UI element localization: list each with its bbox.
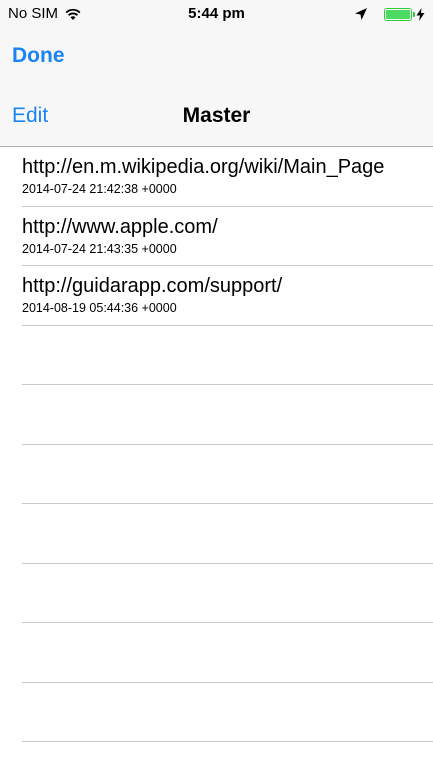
battery-icon <box>384 7 415 21</box>
table-row[interactable]: http://en.m.wikipedia.org/wiki/Main_Page… <box>22 147 433 207</box>
table-row[interactable]: http://www.apple.com/ 2014-07-24 21:43:3… <box>22 207 433 266</box>
empty-row <box>22 623 433 683</box>
row-timestamp: 2014-08-19 05:44:36 +0000 <box>22 301 177 315</box>
empty-row <box>22 445 433 504</box>
row-timestamp: 2014-07-24 21:43:35 +0000 <box>22 241 177 256</box>
location-arrow-icon <box>355 8 367 20</box>
empty-row <box>22 385 433 445</box>
row-timestamp: 2014-07-24 21:42:38 +0000 <box>22 182 177 196</box>
empty-row <box>22 564 433 623</box>
row-url: http://www.apple.com/ <box>22 215 218 238</box>
empty-row <box>22 504 433 564</box>
done-button[interactable]: Done <box>12 44 65 68</box>
battery-nub <box>413 11 415 17</box>
battery-level <box>386 9 410 19</box>
master-table[interactable]: http://en.m.wikipedia.org/wiki/Main_Page… <box>0 147 433 768</box>
empty-row <box>22 683 433 742</box>
table-row[interactable]: http://guidarapp.com/support/ 2014-08-19… <box>22 266 433 326</box>
navigation-bar: Done Edit Master <box>0 30 433 147</box>
charging-bolt-icon <box>416 7 425 21</box>
status-bar: No SIM 5:44 pm <box>0 0 433 30</box>
row-url: http://en.m.wikipedia.org/wiki/Main_Page <box>22 156 385 178</box>
status-right <box>354 7 425 21</box>
row-url: http://guidarapp.com/support/ <box>22 275 283 297</box>
nav-title: Master <box>182 104 251 127</box>
empty-row <box>22 326 433 385</box>
